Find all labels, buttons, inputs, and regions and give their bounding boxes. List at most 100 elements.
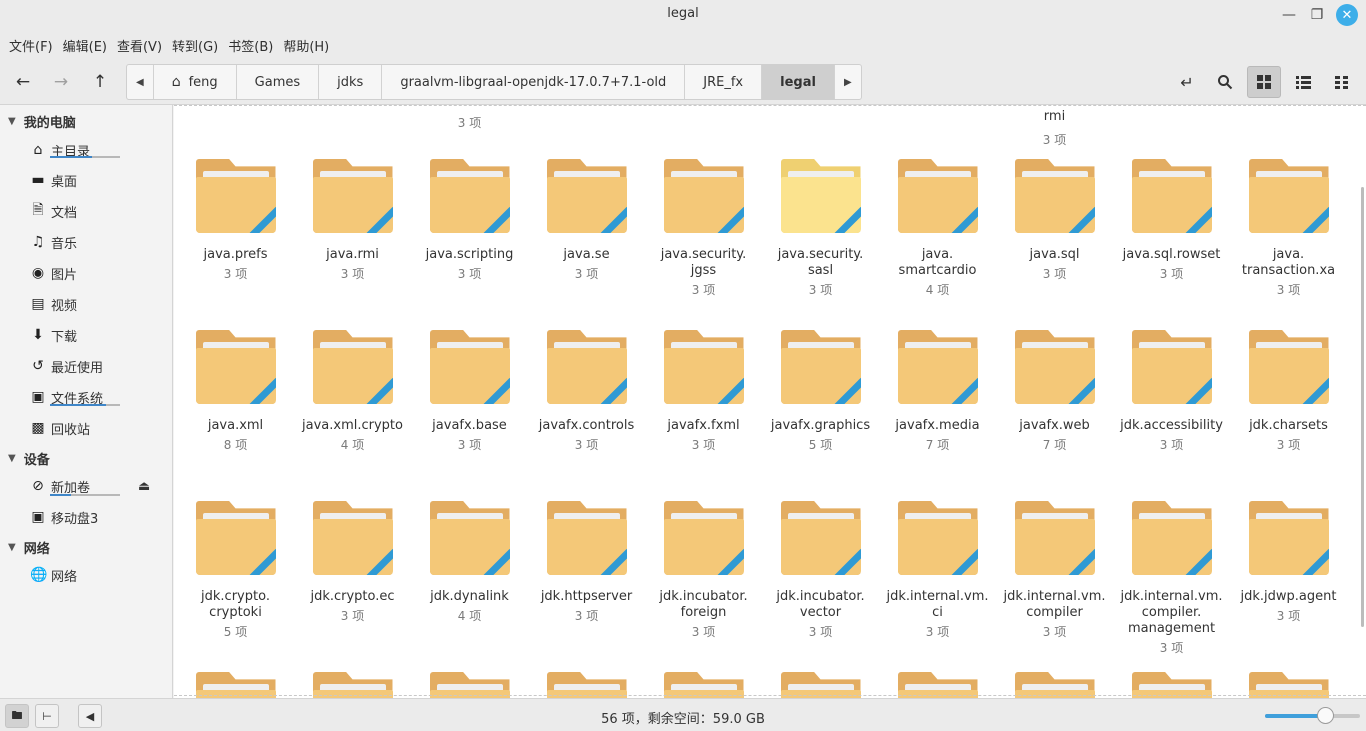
menu-help[interactable]: 帮助(H): [278, 36, 334, 55]
back-icon[interactable]: ←: [8, 67, 38, 97]
folder-icon: [312, 501, 393, 577]
sidebar-item-trash[interactable]: ▩ 回收站: [30, 417, 90, 439]
up-icon[interactable]: ↑: [85, 67, 115, 97]
breadcrumb-graalvm[interactable]: graalvm-libgraal-openjdk-17.0.7+7.1-old: [382, 65, 686, 99]
folder-item[interactable]: java.se 3 项: [528, 159, 645, 281]
folder-item[interactable]: javafx.base 3 项: [411, 330, 528, 452]
folder-name: javafx.web: [1019, 418, 1090, 433]
folder-item[interactable]: javafx.web 7 项: [996, 330, 1113, 452]
folder-item[interactable]: java.rmi 3 项: [294, 159, 411, 281]
search-icon[interactable]: [1208, 66, 1242, 98]
menu-bar: 文件(F) 编辑(E) 查看(V) 转到(G) 书签(B) 帮助(H): [0, 30, 1366, 60]
row-divider: [174, 105, 1366, 106]
eject-icon[interactable]: ⏏: [138, 479, 150, 494]
folder-item[interactable]: java.xml.crypto 4 项: [294, 330, 411, 452]
folder-item[interactable]: java.xml 8 项: [177, 330, 294, 452]
folder-icon: [897, 501, 978, 577]
sidebar-item-documents[interactable]: 🗎 文档: [30, 200, 77, 222]
breadcrumb-left-arrow[interactable]: ◀: [127, 65, 154, 99]
compact-view-icon[interactable]: [1325, 66, 1359, 98]
menu-bookmarks[interactable]: 书签(B): [223, 36, 278, 55]
download-icon: ⬇: [32, 327, 44, 343]
breadcrumb-games[interactable]: Games: [237, 65, 320, 99]
folder-item[interactable]: jdk.incubator. vector 3 项: [762, 501, 879, 639]
folder-item[interactable]: javafx.fxml 3 项: [645, 330, 762, 452]
sidebar-item-network[interactable]: 🌐 网络: [30, 564, 77, 586]
menu-file[interactable]: 文件(F): [4, 36, 58, 55]
zoom-knob[interactable]: [1316, 707, 1334, 724]
breadcrumb-feng[interactable]: ⌂ feng: [154, 65, 237, 99]
folder-item-count: 3 项: [808, 625, 833, 639]
folder-name: java.scripting: [425, 247, 514, 262]
folder-name: jdk.internal.vm. compiler: [1003, 589, 1106, 620]
folder-item-count: 5 项: [223, 625, 248, 639]
folder-item-count: 3 项: [457, 438, 482, 452]
folder-name: jdk.jdwp.agent: [1240, 589, 1337, 604]
home-icon: ⌂: [33, 142, 43, 158]
minimize-button[interactable]: —: [1278, 4, 1300, 26]
folder-item[interactable]: java.security. jgss 3 项: [645, 159, 762, 297]
forward-icon[interactable]: →: [46, 67, 76, 97]
folder-item[interactable]: jdk.incubator. foreign 3 项: [645, 501, 762, 639]
icon-view-icon[interactable]: [1247, 66, 1281, 98]
folder-item-count: 3 项: [1159, 438, 1184, 452]
section-network[interactable]: ▼ 网络: [8, 538, 50, 557]
folder-item[interactable]: java. smartcardio 4 项: [879, 159, 996, 297]
folder-item[interactable]: jdk.internal.vm. compiler 3 项: [996, 501, 1113, 639]
menu-edit[interactable]: 编辑(E): [58, 36, 112, 55]
folder-item[interactable]: jdk.internal.vm. compiler. management 3 项: [1113, 501, 1230, 655]
folder-icon: [1014, 330, 1095, 406]
section-my-computer[interactable]: ▼ 我的电脑: [8, 112, 76, 131]
menu-go[interactable]: 转到(G): [167, 36, 223, 55]
folder-item[interactable]: java.scripting 3 项: [411, 159, 528, 281]
folder-item[interactable]: javafx.graphics 5 项: [762, 330, 879, 452]
sidebar-item-desktop[interactable]: ▬ 桌面: [30, 169, 77, 191]
sidebar-item-music[interactable]: ♫ 音乐: [30, 231, 77, 253]
list-view-icon[interactable]: [1286, 66, 1320, 98]
sidebar-item-recent[interactable]: ↺ 最近使用: [30, 355, 103, 377]
folder-item[interactable]: java.security. sasl 3 项: [762, 159, 879, 297]
breadcrumb-legal[interactable]: legal: [762, 65, 835, 99]
scrollbar[interactable]: [1361, 187, 1364, 627]
folder-item-count: 3 项: [1276, 283, 1301, 297]
folder-item-count: 3 项: [1042, 267, 1067, 281]
folder-item[interactable]: java.sql.rowset 3 项: [1113, 159, 1230, 281]
folder-item[interactable]: javafx.media 7 项: [879, 330, 996, 452]
folder-item[interactable]: java. transaction.xa 3 项: [1230, 159, 1347, 297]
folder-item[interactable]: jdk.charsets 3 项: [1230, 330, 1347, 452]
folder-item[interactable]: jdk.jdwp.agent 3 项: [1230, 501, 1347, 623]
folder-name: javafx.graphics: [770, 418, 871, 433]
folder-item[interactable]: java.prefs 3 项: [177, 159, 294, 281]
folder-item[interactable]: jdk.accessibility 3 项: [1113, 330, 1230, 452]
menu-view[interactable]: 查看(V): [112, 36, 167, 55]
folder-item-count: 5 项: [808, 438, 833, 452]
folder-item[interactable]: jdk.crypto. cryptoki 5 项: [177, 501, 294, 639]
zoom-slider[interactable]: [1265, 707, 1360, 724]
folder-icon: [1248, 159, 1329, 235]
breadcrumb-jdks[interactable]: jdks: [319, 65, 383, 99]
sidebar-item-downloads[interactable]: ⬇ 下载: [30, 324, 77, 346]
close-button[interactable]: ✕: [1336, 4, 1358, 26]
folder-name: java.xml.crypto: [302, 418, 403, 433]
folder-icon: [1131, 159, 1212, 235]
toggle-location-icon[interactable]: ↵: [1170, 66, 1204, 98]
folder-icon: [195, 501, 276, 577]
folder-item[interactable]: jdk.dynalink 4 项: [411, 501, 528, 623]
video-icon: ▤: [31, 296, 45, 312]
sidebar-item-videos[interactable]: ▤ 视频: [30, 293, 77, 315]
folder-name: jdk.charsets: [1249, 418, 1328, 433]
folder-item[interactable]: jdk.crypto.ec 3 项: [294, 501, 411, 623]
folder-item[interactable]: javafx.controls 3 项: [528, 330, 645, 452]
folder-item[interactable]: jdk.internal.vm. ci 3 项: [879, 501, 996, 639]
sidebar-item-pictures[interactable]: ◉ 图片: [30, 262, 77, 284]
sidebar-item-removable[interactable]: ▣ 移动盘3: [30, 506, 98, 528]
maximize-button[interactable]: ❐: [1306, 4, 1328, 26]
folder-name: java.sql.rowset: [1122, 247, 1221, 262]
breadcrumb-jre-fx[interactable]: JRE_fx: [685, 65, 763, 99]
folder-item[interactable]: jdk.httpserver 3 项: [528, 501, 645, 623]
section-devices[interactable]: ▼ 设备: [8, 449, 50, 468]
volume-icon: ⊘: [32, 478, 44, 494]
folder-item[interactable]: java.sql 3 项: [996, 159, 1113, 281]
breadcrumb-right-arrow[interactable]: ▶: [835, 65, 861, 99]
folder-name: java.security. jgss: [660, 247, 747, 278]
